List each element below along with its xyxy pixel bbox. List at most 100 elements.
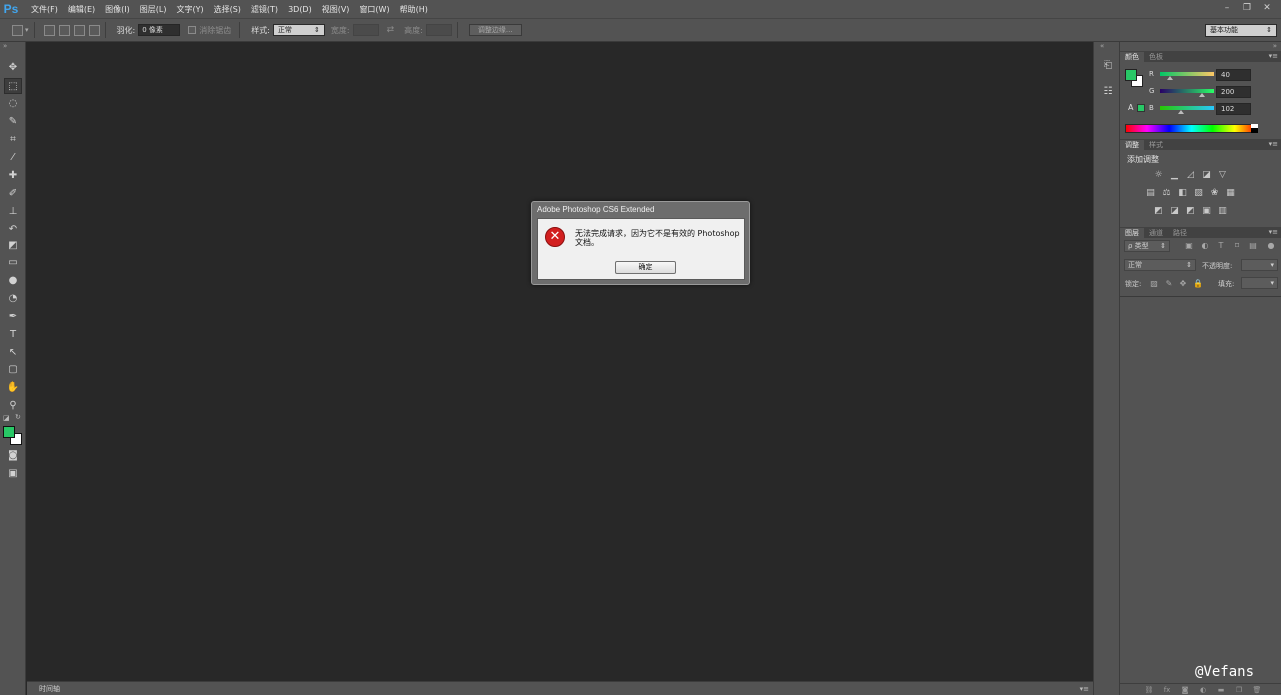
lasso-tool-icon[interactable]: ◌ [4, 96, 22, 112]
opacity-input[interactable]: ▾ [1241, 259, 1278, 271]
zoom-tool-icon[interactable]: ⚲ [4, 398, 22, 414]
tab-styles[interactable]: 样式 [1144, 140, 1168, 150]
filter-smart-object-icon[interactable]: ▤ [1248, 241, 1258, 251]
eraser-tool-icon[interactable]: ◩ [4, 238, 22, 254]
tab-layers[interactable]: 图层 [1120, 228, 1144, 238]
filter-type-icon[interactable]: T [1216, 241, 1226, 251]
menu-help[interactable]: 帮助(H) [395, 4, 433, 15]
history-brush-tool-icon[interactable]: ↶ [4, 222, 22, 238]
hue-saturation-icon[interactable]: ▤ [1145, 188, 1156, 198]
blue-value-input[interactable]: 102 [1216, 103, 1251, 115]
color-lookup-icon[interactable]: ▦ [1225, 188, 1236, 198]
swap-colors-icon[interactable]: ↻ [15, 413, 21, 421]
filter-pixel-icon[interactable]: ▣ [1184, 241, 1194, 251]
timeline-tab[interactable]: 时间轴 [39, 684, 60, 694]
intersect-selection-icon[interactable] [88, 24, 100, 36]
gamut-warning-icon[interactable]: A [1128, 103, 1133, 112]
filter-shape-icon[interactable]: ⌑ [1232, 241, 1242, 251]
clone-stamp-tool-icon[interactable]: ⊥ [4, 204, 22, 220]
menu-image[interactable]: 图像(I) [100, 4, 135, 15]
delete-layer-icon[interactable]: 🗑 [1252, 685, 1262, 695]
curves-icon[interactable]: ◿ [1185, 170, 1196, 180]
menu-window[interactable]: 窗口(W) [354, 4, 394, 15]
new-adjustment-layer-icon[interactable]: ◐ [1198, 685, 1208, 695]
color-balance-icon[interactable]: ⚖ [1161, 188, 1172, 198]
link-layers-icon[interactable]: ⛓ [1144, 685, 1154, 695]
hand-tool-icon[interactable]: ✋ [4, 380, 22, 396]
filter-adjustment-icon[interactable]: ◐ [1200, 241, 1210, 251]
marquee-tool-icon[interactable]: ⬚ [4, 78, 22, 94]
lock-transparent-icon[interactable]: ▨ [1149, 279, 1159, 289]
selective-color-icon[interactable]: ▣ [1201, 206, 1212, 216]
lock-pixels-icon[interactable]: ✎ [1164, 279, 1174, 289]
new-group-icon[interactable]: ▬ [1216, 685, 1226, 695]
eyedropper-tool-icon[interactable]: ⁄ [4, 150, 22, 166]
style-select[interactable]: 正常 ⇕ [272, 24, 325, 36]
history-panel-icon[interactable]: ⎗ [1100, 58, 1116, 74]
marquee-preset-icon[interactable] [12, 24, 23, 36]
blue-slider-thumb[interactable] [1178, 110, 1184, 114]
menu-view[interactable]: 视图(V) [317, 4, 355, 15]
crop-tool-icon[interactable]: ⌗ [4, 132, 22, 148]
add-selection-icon[interactable] [58, 24, 70, 36]
menu-type[interactable]: 文字(Y) [171, 4, 208, 15]
menu-edit[interactable]: 编辑(E) [63, 4, 100, 15]
black-white-icon[interactable]: ◧ [1177, 188, 1188, 198]
gamut-color-swatch[interactable] [1137, 104, 1145, 112]
vibrance-icon[interactable]: ▽ [1217, 170, 1228, 180]
collapse-toolbar-icon[interactable]: » [3, 42, 7, 50]
spectrum-black-swatch[interactable] [1251, 128, 1258, 133]
expand-panels-icon[interactable]: « [1100, 42, 1104, 50]
default-colors-icon[interactable]: ◪ [3, 414, 10, 422]
antialias-checkbox[interactable] [188, 26, 197, 34]
levels-icon[interactable]: ▁ [1169, 170, 1180, 180]
layer-filter-kind-select[interactable]: ρ 类型 ⇕ [1124, 240, 1170, 252]
tab-swatches[interactable]: 色板 [1144, 52, 1168, 62]
menu-layer[interactable]: 图层(L) [135, 4, 172, 15]
quick-mask-icon[interactable]: ◙ [4, 448, 22, 464]
menu-select[interactable]: 选择(S) [209, 4, 246, 15]
panel-menu-icon[interactable]: ▾≡ [1080, 685, 1089, 693]
dodge-tool-icon[interactable]: ◔ [4, 291, 22, 307]
ok-button[interactable]: 确定 [615, 261, 676, 274]
rectangle-tool-icon[interactable]: ▢ [4, 362, 22, 378]
layer-style-icon[interactable]: fx [1162, 685, 1172, 695]
gradient-map-icon[interactable]: ▥ [1217, 206, 1228, 216]
gradient-tool-icon[interactable]: ▭ [4, 255, 22, 271]
brightness-contrast-icon[interactable]: ☼ [1153, 170, 1164, 180]
tab-adjustments[interactable]: 调整 [1120, 140, 1144, 150]
menu-file[interactable]: 文件(F) [26, 4, 63, 15]
lock-position-icon[interactable]: ✥ [1178, 279, 1188, 289]
width-input[interactable] [352, 24, 379, 36]
collapse-panels-icon[interactable]: » [1273, 42, 1277, 50]
blue-slider[interactable] [1160, 106, 1214, 110]
preset-dropdown-icon[interactable]: ▾ [25, 26, 29, 34]
quick-select-tool-icon[interactable]: ✎ [4, 114, 22, 130]
panel-menu-icon[interactable]: ▾≡ [1269, 227, 1278, 237]
filter-toggle-icon[interactable]: ● [1266, 241, 1276, 251]
add-mask-icon[interactable]: ◙ [1180, 685, 1190, 695]
red-value-input[interactable]: 40 [1216, 69, 1251, 81]
workspace-select[interactable]: 基本功能 ⇕ [1205, 24, 1277, 37]
brush-tool-icon[interactable]: ✐ [4, 186, 22, 202]
posterize-icon[interactable]: ◪ [1169, 206, 1180, 216]
restore-button[interactable]: ❐ [1237, 2, 1257, 14]
feather-input[interactable]: 0 像素 [138, 24, 181, 36]
move-tool-icon[interactable]: ✥ [4, 60, 22, 76]
green-slider-thumb[interactable] [1199, 93, 1205, 97]
tab-channels[interactable]: 通道 [1144, 228, 1168, 238]
new-selection-icon[interactable] [43, 24, 55, 36]
subtract-selection-icon[interactable] [73, 24, 85, 36]
menu-3d[interactable]: 3D(D) [283, 5, 317, 14]
swap-icon[interactable]: ⇄ [387, 25, 395, 35]
tab-color[interactable]: 颜色 [1120, 52, 1144, 62]
blend-mode-select[interactable]: 正常 ⇕ [1124, 259, 1196, 271]
height-input[interactable] [425, 24, 452, 36]
menu-filter[interactable]: 滤镜(T) [246, 4, 283, 15]
exposure-icon[interactable]: ◪ [1201, 170, 1212, 180]
close-button[interactable]: ✕ [1257, 2, 1277, 14]
threshold-icon[interactable]: ◩ [1185, 206, 1196, 216]
type-tool-icon[interactable]: T [4, 327, 22, 343]
properties-panel-icon[interactable]: ☷ [1100, 84, 1116, 100]
screen-mode-icon[interactable]: ▣ [4, 466, 22, 482]
